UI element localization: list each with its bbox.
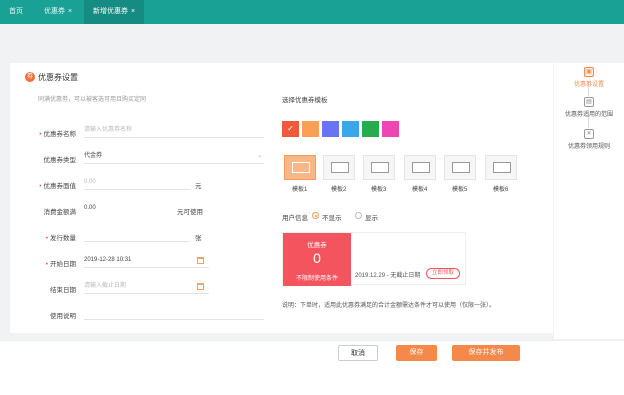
- start-date-label: • 开始日期: [45, 261, 76, 268]
- coupon-name-input[interactable]: 请输入优惠券名称: [84, 124, 264, 138]
- template-thumbnail: [493, 162, 511, 173]
- step-label: 优惠券设置: [573, 82, 604, 88]
- step-coupon-rules[interactable]: ✕ 优惠券领用规则: [554, 129, 624, 150]
- template-option-4[interactable]: [404, 155, 436, 180]
- radio-hide-label: 不显示: [322, 215, 342, 222]
- tab-new-coupon[interactable]: 新增优惠券 ×: [84, 0, 144, 24]
- color-swatch-purple[interactable]: [322, 121, 339, 137]
- scope-icon: ▤: [584, 97, 594, 107]
- check-icon: ✓: [287, 124, 294, 133]
- template-label: 模板3: [371, 187, 387, 193]
- preview-coupon-limit: 不限制使用条件: [295, 276, 338, 282]
- required-mark: •: [45, 235, 48, 242]
- section-description: 同满优惠劵，可以被客选可用且购买定同: [38, 97, 147, 103]
- chevron-down-icon: ⌄: [256, 153, 262, 159]
- coupon-type-select[interactable]: 代金券 ⌄: [84, 150, 264, 164]
- step-coupon-settings[interactable]: ▣ 优惠券设置: [554, 67, 624, 88]
- coupon-icon: ▣: [584, 67, 594, 77]
- close-icon[interactable]: ×: [131, 8, 135, 15]
- user-info-label: 用户信息: [282, 215, 308, 222]
- step-label: 优惠券适用的范围: [564, 112, 613, 118]
- template-option-5[interactable]: [444, 155, 476, 180]
- footer-bar: [0, 340, 624, 395]
- instructions-label: 使用说明: [50, 313, 76, 320]
- top-tab-bar: 首页 优惠券 × 新增优惠券 ×: [0, 0, 624, 24]
- section-title: 优惠券设置: [38, 73, 78, 82]
- coupon-name-label: • 优惠券名称: [39, 131, 76, 138]
- template-thumbnail: [292, 162, 310, 173]
- save-and-publish-button[interactable]: 保存并发布: [452, 345, 520, 361]
- template-thumbnail: [371, 162, 389, 173]
- preview-coupon-name: 优惠券: [307, 242, 327, 249]
- instructions-input[interactable]: [84, 306, 264, 320]
- template-thumbnail: [452, 162, 470, 173]
- template-label: 模板2: [331, 187, 347, 193]
- template-option-6[interactable]: [485, 155, 517, 180]
- tab-coupons[interactable]: 优惠券 ×: [44, 0, 72, 24]
- quantity-input[interactable]: [84, 228, 190, 242]
- face-value-input[interactable]: 0.00: [84, 176, 190, 190]
- template-option-2[interactable]: [323, 155, 355, 180]
- coupon-preview: 优惠券 0 不限制使用条件 2019.12.29 - 无截止日期 立即领取: [282, 232, 466, 286]
- radio-show-label: 显示: [365, 215, 378, 222]
- template-label: 模板5: [452, 187, 468, 193]
- coupon-type-label: 优惠券类型: [43, 157, 77, 164]
- required-mark: •: [39, 131, 42, 138]
- preview-coupon-date: 2019.12.29 - 无截止日期: [355, 273, 421, 279]
- step-label: 优惠券领用规则: [567, 144, 610, 150]
- quantity-label: • 发行数量: [45, 235, 76, 242]
- threshold-input[interactable]: 0.00: [84, 202, 180, 216]
- template-label: 模板6: [493, 187, 509, 193]
- color-swatch-green[interactable]: [362, 121, 379, 137]
- color-swatch-orange[interactable]: [302, 121, 319, 137]
- radio-show-user-info[interactable]: [355, 212, 362, 219]
- rule-icon: ✕: [584, 129, 594, 139]
- template-heading: 选择优惠券模板: [282, 97, 328, 104]
- template-option-1[interactable]: [284, 155, 316, 180]
- step-coupon-scope[interactable]: ▤ 优惠券适用的范围: [554, 97, 624, 118]
- usage-note: 说明：下单时，适用此优惠券满足的合计金额需达条件才可以使用（仅限一张）。: [282, 303, 496, 309]
- template-label: 模板4: [412, 187, 428, 193]
- color-swatch-red[interactable]: ✓: [282, 121, 299, 137]
- color-swatch-pink[interactable]: [382, 121, 399, 137]
- start-date-input[interactable]: 2019-12-28 10:31: [84, 254, 209, 268]
- tab-home[interactable]: 首页: [9, 0, 23, 24]
- required-mark: •: [45, 261, 48, 268]
- color-swatch-blue[interactable]: [342, 121, 359, 137]
- threshold-unit: 元可使用: [177, 209, 203, 216]
- template-thumbnail: [331, 162, 349, 173]
- face-value-unit: 元: [195, 183, 202, 190]
- save-button[interactable]: 保存: [396, 345, 437, 361]
- cancel-button[interactable]: 取消: [338, 345, 378, 361]
- tab-coupons-label: 优惠券: [44, 8, 65, 15]
- template-label: 模板1: [292, 187, 308, 193]
- template-option-3[interactable]: [363, 155, 395, 180]
- close-icon[interactable]: ×: [68, 8, 72, 15]
- preview-coupon-amount: 0: [313, 250, 321, 266]
- face-value-label: • 优惠券面值: [39, 183, 76, 190]
- coupon-preview-face: 优惠券 0 不限制使用条件: [283, 233, 351, 286]
- tab-new-coupon-label: 新增优惠券: [93, 8, 128, 15]
- required-mark: •: [39, 183, 42, 190]
- end-date-label: 结束日期: [50, 287, 76, 294]
- radio-hide-user-info[interactable]: [312, 212, 319, 219]
- calendar-icon[interactable]: [197, 257, 204, 264]
- threshold-label: 消费金额满: [43, 209, 77, 216]
- quantity-unit: 张: [195, 235, 202, 242]
- end-date-input[interactable]: 请输入截止日期: [84, 280, 209, 294]
- calendar-icon[interactable]: [197, 283, 204, 290]
- preview-claim-button: 立即领取: [426, 268, 460, 279]
- coupon-icon: 券: [25, 72, 35, 82]
- template-thumbnail: [412, 162, 430, 173]
